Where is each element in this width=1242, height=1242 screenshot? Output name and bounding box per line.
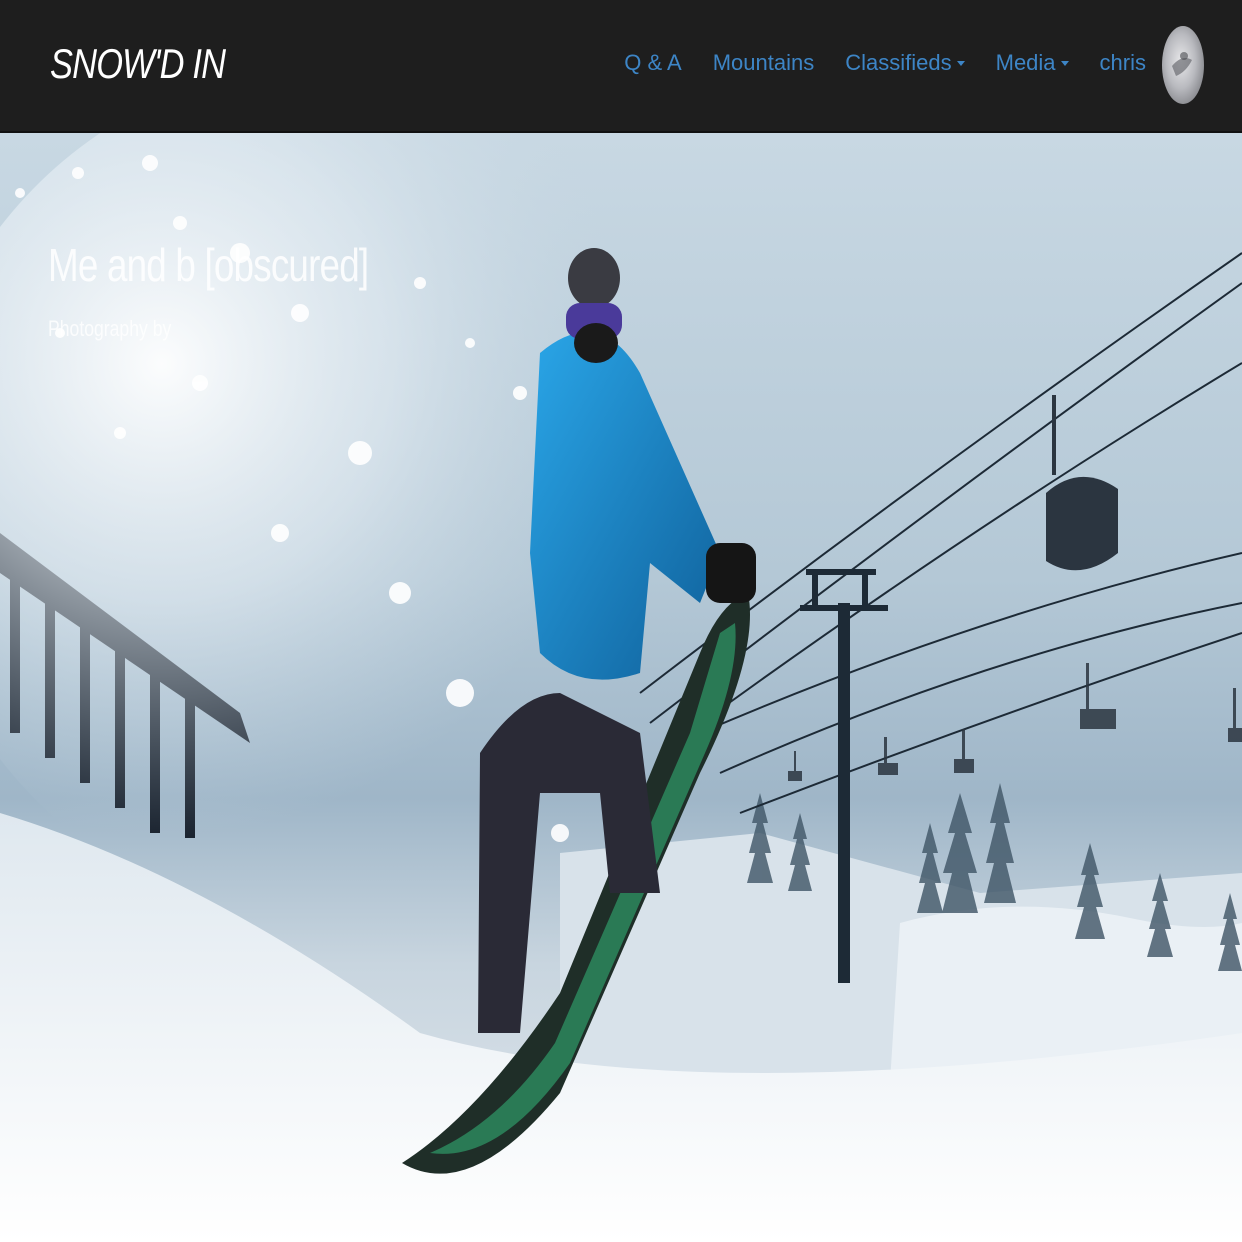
user-avatar[interactable] [1162, 26, 1204, 104]
nav-item-label: Mountains [712, 50, 815, 75]
hero-banner: Me and b [obscured] Photography by [0, 133, 1242, 1242]
caret-down-icon [1060, 60, 1069, 66]
avatar-image [1172, 52, 1192, 76]
user-name: chris [1099, 50, 1146, 75]
nav-item-media[interactable]: Media [996, 50, 1069, 76]
nav-item-label: Classifieds [845, 50, 952, 75]
nav-item-user[interactable]: chris [1100, 50, 1146, 76]
main-nav: Q & A Mountains Classifieds Media chris [593, 50, 1146, 76]
hero-photo [0, 133, 1242, 1242]
hero-subtitle: Photography by [48, 316, 172, 341]
top-navbar: SNOW'D IN Q & A Mountains Classifieds Me… [0, 0, 1242, 133]
nav-item-label: Q & A [624, 50, 682, 75]
hero-title: Me and b [obscured] [48, 239, 369, 291]
nav-item-label: Media [995, 50, 1056, 75]
nav-item-qa[interactable]: Q & A [624, 50, 681, 76]
caret-down-icon [956, 60, 965, 66]
nav-item-classifieds[interactable]: Classifieds [845, 50, 965, 76]
site-logo[interactable]: SNOW'D IN [50, 40, 226, 88]
nav-item-mountains[interactable]: Mountains [713, 50, 815, 76]
